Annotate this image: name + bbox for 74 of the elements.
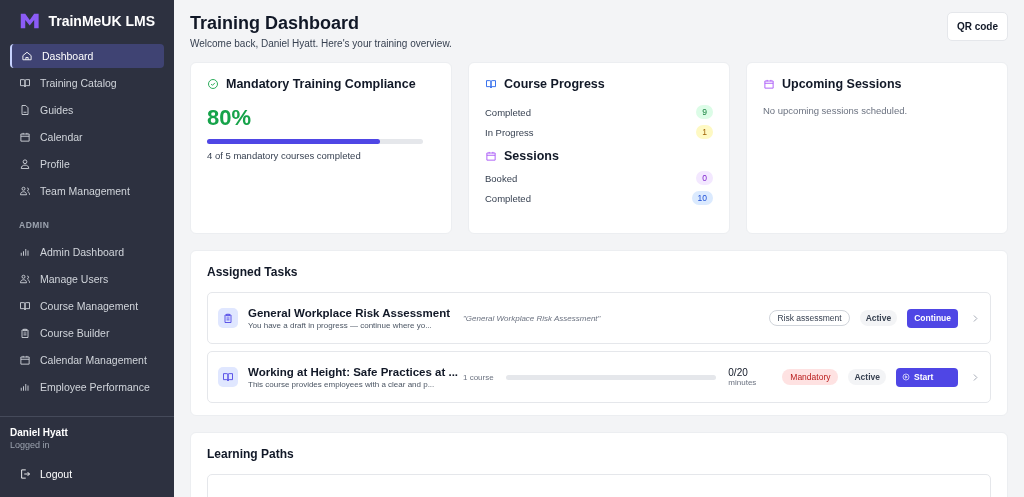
stat-label: Booked — [485, 172, 518, 184]
check-circle-icon — [207, 78, 219, 90]
empty-message: No upcoming sessions scheduled. — [763, 105, 909, 116]
nav-icon — [19, 185, 31, 197]
sidebar-item[interactable]: Admin Dashboard — [10, 240, 164, 264]
task-row[interactable]: Working at Height: Safe Practices at ... This course provides employees with a clear and p... 1 course 0/20 minutes Mandatory Active Start — [207, 351, 991, 403]
count-badge: 9 — [696, 105, 713, 119]
count-badge: 1 — [696, 125, 713, 139]
user-name: Daniel Hyatt — [10, 427, 69, 438]
nav-icon — [19, 246, 31, 258]
chevron-right-icon[interactable] — [972, 372, 978, 382]
progress-value: 0/20 — [728, 367, 749, 378]
task-description: You have a draft in progress — continue where yo... — [248, 320, 433, 330]
panel-title: Assigned Tasks — [207, 265, 299, 279]
compliance-caption: 4 of 5 mandatory courses completed — [207, 150, 362, 161]
progress-unit: minutes — [728, 378, 758, 387]
card-title: Upcoming Sessions — [782, 77, 902, 91]
stat-label: In Progress — [485, 126, 534, 138]
chevron-right-icon[interactable] — [972, 313, 978, 323]
nav-icon — [19, 104, 31, 116]
task-quote: "General Workplace Risk Assessment" — [463, 313, 601, 323]
nav-icon — [19, 354, 31, 366]
calendar-icon — [485, 150, 497, 162]
status-badge: Active — [859, 310, 898, 326]
tag: Mandatory — [782, 369, 839, 385]
sidebar-item[interactable]: Calendar Management — [10, 348, 164, 372]
calendar-icon — [763, 78, 775, 90]
book-icon — [222, 371, 234, 383]
logout-button[interactable]: Logout — [10, 462, 164, 486]
section-title: Sessions — [504, 149, 559, 163]
clipboard-icon — [222, 312, 234, 324]
nav-icon — [19, 131, 31, 143]
panel-title: Learning Paths — [207, 447, 295, 461]
section-heading: ADMIN — [18, 219, 51, 232]
book-icon — [485, 78, 497, 90]
count-badge: 0 — [696, 171, 713, 185]
status-badge: Active — [848, 369, 886, 385]
nav-icon — [19, 327, 31, 339]
play-circle-icon — [902, 373, 910, 381]
sidebar-item[interactable]: Team Management — [10, 179, 164, 203]
continue-button[interactable]: Continue — [907, 308, 958, 328]
sidebar-item[interactable]: Employee Performance — [10, 375, 164, 399]
nav-icon — [19, 273, 31, 285]
nav-icon — [19, 77, 31, 89]
sidebar-item[interactable]: Calendar — [10, 125, 164, 149]
task-title: General Workplace Risk Assessment — [248, 306, 451, 319]
logout-icon — [19, 468, 31, 480]
qr-code-button[interactable]: QR code — [946, 12, 1008, 41]
sidebar-item[interactable]: Course Builder — [10, 321, 164, 345]
sidebar-item[interactable]: Training Catalog — [10, 71, 164, 95]
compliance-percent: 80% — [207, 105, 253, 131]
count-badge: 10 — [691, 191, 713, 205]
brand-name: TrainMeUK LMS — [48, 13, 155, 29]
sidebar-item[interactable]: Guides — [10, 98, 164, 122]
stat-label: Completed — [485, 106, 531, 118]
page-title: Training Dashboard — [190, 13, 361, 34]
nav-icon — [21, 50, 33, 62]
task-description: This course provides employees with a clear and p... — [248, 379, 436, 389]
start-button[interactable]: Start — [896, 367, 958, 387]
user-status: Logged in — [10, 440, 51, 450]
stat-label: Completed — [485, 192, 531, 204]
nav-icon — [19, 158, 31, 170]
sidebar-item[interactable]: Dashboard — [10, 44, 164, 68]
sidebar-item[interactable]: Profile — [10, 152, 164, 176]
sidebar-item[interactable]: Manage Users — [10, 267, 164, 291]
task-row[interactable]: General Workplace Risk Assessment You have a draft in progress — continue where yo... "General Workplace Risk Assessment" Risk assessment Active Continue — [207, 292, 991, 344]
logo-icon — [19, 12, 41, 30]
sidebar-item[interactable]: Course Management — [10, 294, 164, 318]
card-title: Mandatory Training Compliance — [226, 77, 416, 91]
page-subtitle: Welcome back, Daniel Hyatt. Here's your training overview. — [190, 38, 452, 49]
card-title: Course Progress — [504, 77, 605, 91]
course-count: 1 course — [463, 372, 494, 382]
nav-icon — [19, 381, 31, 393]
nav-icon — [19, 300, 31, 312]
